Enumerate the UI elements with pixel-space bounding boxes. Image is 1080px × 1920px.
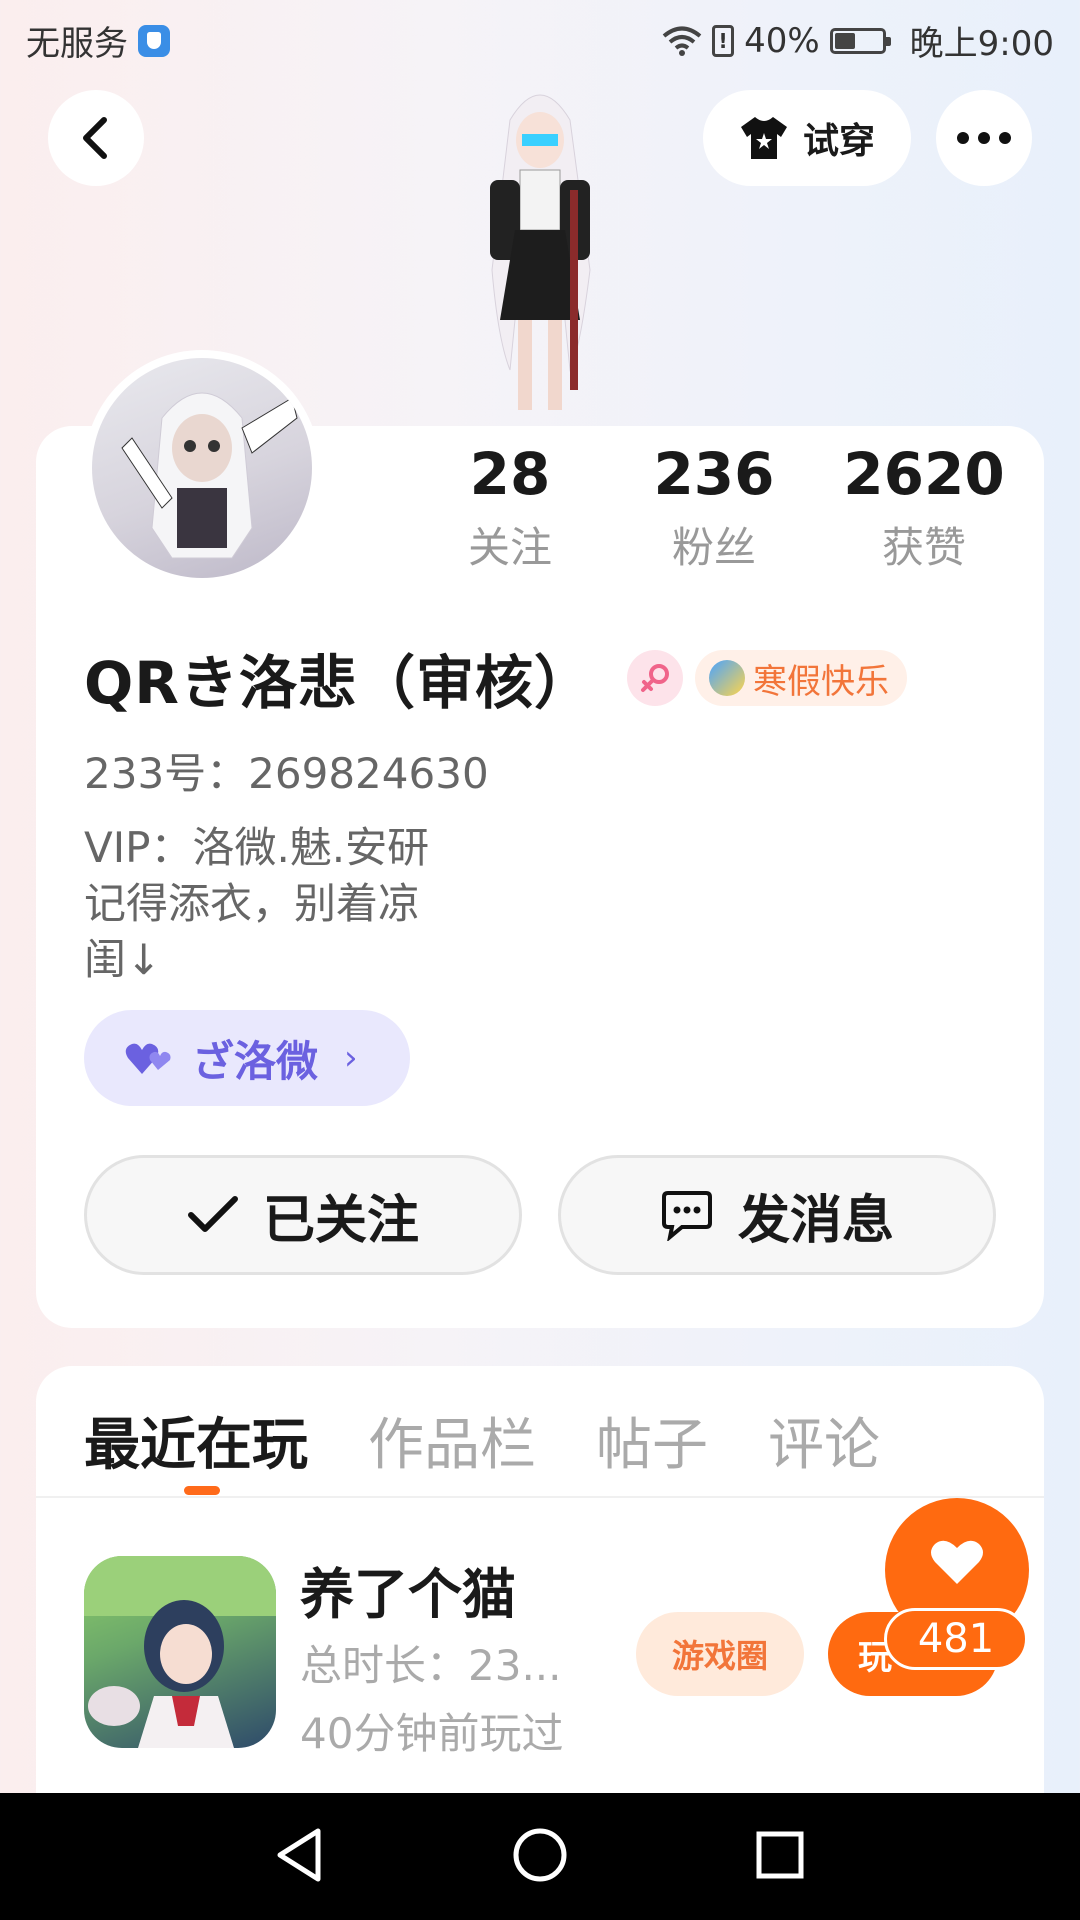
game-circle-button[interactable]: 游戏圈: [636, 1612, 804, 1696]
battery-percent: 40%: [744, 20, 820, 61]
tab-comments[interactable]: 评论: [768, 1400, 880, 1481]
followed-button[interactable]: 已关注: [84, 1155, 522, 1275]
heart-icon: [931, 1540, 983, 1584]
stat-likes[interactable]: 2620 获赞: [834, 440, 1014, 575]
check-icon: [187, 1196, 238, 1232]
carrier-text: 无服务: [26, 24, 128, 64]
more-icon: [957, 132, 1011, 144]
badge-icon: [708, 660, 745, 696]
username: QRき洛悲（审核）: [84, 649, 593, 717]
chevron-right-icon: ›: [344, 1038, 358, 1078]
stat-label: 粉丝: [671, 523, 756, 572]
stat-value: 2620: [843, 440, 1005, 508]
shirt-icon: [740, 117, 787, 159]
stat-label: 关注: [467, 523, 552, 572]
chat-icon: [661, 1191, 712, 1241]
tab-recent[interactable]: 最近在玩: [84, 1400, 308, 1481]
stat-following[interactable]: 28 关注: [420, 440, 600, 575]
tab-bar: 最近在玩 作品栏 帖子 评论: [84, 1400, 880, 1481]
shield-icon: [138, 24, 170, 57]
bio-line: 闺↓: [84, 935, 162, 984]
stat-value: 236: [653, 440, 775, 508]
winter-badge[interactable]: 寒假快乐: [694, 650, 907, 706]
clock: 晚上9:00: [909, 24, 1054, 64]
status-bar: 无服务 ! 40% 晚上9:00: [0, 0, 1080, 75]
wifi-icon: [662, 26, 702, 56]
recents-nav-icon[interactable]: [748, 1823, 812, 1887]
avatar[interactable]: [84, 350, 320, 586]
avatar-model: [490, 94, 591, 410]
female-icon: [626, 650, 683, 706]
badge-label: 寒假快乐: [752, 661, 889, 702]
game-duration: 总时长：23...: [300, 1641, 562, 1690]
message-button[interactable]: 发消息: [558, 1155, 996, 1275]
back-button[interactable]: [48, 90, 144, 186]
couple-tag[interactable]: ざ洛微 ›: [84, 1010, 410, 1106]
user-id: 233号：269824630: [84, 749, 489, 798]
game-art: [84, 1556, 276, 1748]
tag-label: ざ洛微: [192, 1036, 319, 1086]
battery-icon: [829, 27, 891, 54]
stat-fans[interactable]: 236 粉丝: [624, 440, 804, 575]
bio: VIP：洛微.魅.安研 记得添衣，别着凉 闺↓: [84, 820, 504, 988]
game-icon[interactable]: [84, 1556, 276, 1748]
more-button[interactable]: [936, 90, 1032, 186]
message-label: 发消息: [737, 1190, 894, 1251]
like-count: 481: [884, 1608, 1028, 1670]
tab-works[interactable]: 作品栏: [368, 1400, 536, 1481]
game-title[interactable]: 养了个猫: [300, 1550, 516, 1629]
try-on-button[interactable]: 试穿: [703, 90, 911, 186]
avatar-image: [121, 392, 298, 559]
try-on-label: 试穿: [802, 121, 875, 162]
back-nav-icon[interactable]: [268, 1823, 332, 1887]
bio-line: VIP：洛微.魅.安研: [84, 823, 430, 872]
home-nav-icon[interactable]: [508, 1823, 572, 1887]
tab-indicator: [184, 1486, 220, 1495]
stat-value: 28: [469, 440, 551, 508]
followed-label: 已关注: [262, 1190, 419, 1251]
name-row: QRき洛悲（审核） 寒假快乐: [84, 636, 907, 720]
stat-label: 获赞: [881, 523, 966, 572]
chevron-left-icon: [83, 117, 107, 159]
alert-icon: !: [712, 24, 735, 57]
tab-posts[interactable]: 帖子: [596, 1400, 708, 1481]
system-nav-bar: [0, 1793, 1080, 1920]
bio-line: 记得添衣，别着凉: [84, 879, 421, 928]
divider: [36, 1496, 1044, 1498]
game-last-played: 40分钟前玩过: [300, 1709, 564, 1758]
hearts-icon: [125, 1043, 171, 1074]
